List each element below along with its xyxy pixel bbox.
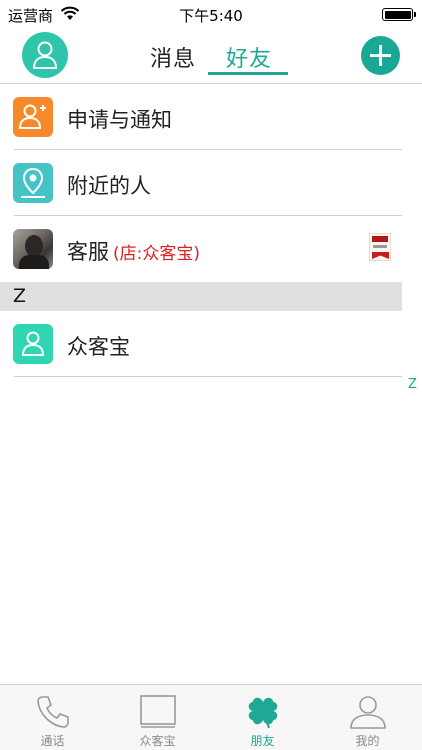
list-item-contact[interactable]: 众客宝 [0, 311, 402, 377]
section-header-z: Z [0, 282, 402, 311]
tab-store[interactable]: 众客宝 [105, 685, 210, 750]
clover-icon [248, 697, 277, 729]
location-pin-icon [13, 163, 53, 203]
add-button[interactable] [361, 36, 400, 75]
divider [14, 376, 402, 377]
list-item-label: 众客宝 [67, 335, 130, 359]
tab-label: 我的 [355, 734, 380, 748]
tab-calls[interactable]: 通话 [0, 685, 105, 750]
profile-icon [349, 696, 386, 729]
shop-badge-icon [369, 233, 391, 261]
battery-icon [382, 8, 416, 21]
tab-friends[interactable]: 好友 [226, 41, 272, 73]
tab-me[interactable]: 我的 [315, 685, 420, 750]
header: 消息 好友 [0, 28, 422, 84]
list-item-nearby-people[interactable]: 附近的人 [0, 150, 402, 216]
tab-label: 通话 [40, 734, 65, 748]
tab-bar: 通话 众客宝 朋友 我的 [0, 684, 422, 750]
list-item-customer-service[interactable]: 客服 (店:众客宝) [0, 216, 402, 282]
list-item-label: 客服 (店:众客宝) [67, 236, 200, 266]
shop-tag: (店:众客宝) [113, 244, 200, 264]
list-item-requests-notifications[interactable]: 申请与通知 [0, 84, 402, 150]
my-avatar-button[interactable] [22, 32, 68, 78]
active-tab-indicator [208, 72, 288, 75]
store-icon [139, 695, 176, 728]
phone-icon [36, 696, 69, 728]
section-letter: Z [13, 285, 27, 307]
section-index-z[interactable]: Z [408, 377, 417, 392]
tab-friends-bottom[interactable]: 朋友 [210, 685, 315, 750]
clock: 下午5:40 [179, 7, 243, 25]
list-item-label: 申请与通知 [67, 108, 172, 132]
person-icon [13, 324, 53, 364]
tab-label: 朋友 [250, 734, 275, 748]
list-item-label: 附近的人 [67, 174, 151, 198]
status-bar: 运营商 下午5:40 [0, 0, 422, 28]
avatar [13, 229, 53, 269]
contact-name: 客服 [67, 240, 109, 264]
person-add-icon [13, 97, 53, 137]
person-icon [33, 41, 57, 69]
tab-messages[interactable]: 消息 [150, 41, 196, 73]
tab-label: 众客宝 [139, 734, 176, 748]
